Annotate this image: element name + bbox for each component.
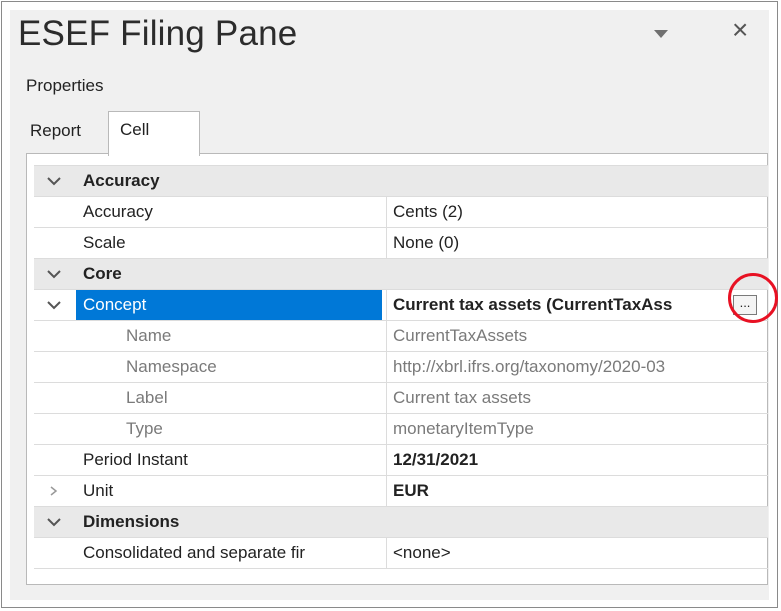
highlight-circle [728,273,778,323]
property-row-type[interactable]: Type monetaryItemType [34,414,768,445]
property-value[interactable]: 12/31/2021 [386,445,768,475]
properties-label: Properties [26,76,104,95]
chevron-down-icon [46,177,61,186]
property-name: Namespace [126,357,217,376]
category-label: Accuracy [83,171,160,190]
property-row-scale[interactable]: Scale None (0) [34,228,768,259]
property-row-period-instant[interactable]: Period Instant 12/31/2021 [34,445,768,476]
property-row-name[interactable]: Name CurrentTaxAssets [34,321,768,352]
expand-toggle[interactable] [34,476,73,506]
property-row-consolidated[interactable]: Consolidated and separate fir <none> [34,538,768,569]
property-row-concept[interactable]: Concept Current tax assets (CurrentTaxAs… [34,290,768,321]
property-name: Accuracy [83,202,153,221]
property-row-label[interactable]: Label Current tax assets [34,383,768,414]
category-accuracy[interactable]: Accuracy [34,166,768,197]
property-value: monetaryItemType [386,414,768,444]
property-value[interactable]: None (0) [386,228,768,258]
close-icon[interactable]: × [732,16,748,44]
property-name: Concept [76,290,382,320]
expand-toggle[interactable] [34,290,73,320]
property-name: Unit [83,481,114,500]
property-value[interactable]: Current tax assets (CurrentTaxAss [386,290,768,320]
category-core[interactable]: Core [34,259,768,290]
chevron-down-icon[interactable] [652,28,670,40]
chevron-down-icon [46,301,61,310]
property-value: http://xbrl.ifrs.org/taxonomy/2020-03 [386,352,768,382]
tab-report[interactable]: Report [26,119,85,143]
property-name: Period Instant [83,450,188,469]
chevron-down-icon [46,518,61,527]
category-label: Dimensions [83,512,180,531]
category-label: Core [83,264,122,283]
property-grid: Accuracy Accuracy Cents (2) Scale None (… [34,165,768,569]
expand-toggle[interactable] [34,166,73,196]
property-value[interactable]: EUR [386,476,768,506]
expand-toggle[interactable] [34,507,73,537]
chevron-down-icon [46,270,61,279]
property-row-accuracy[interactable]: Accuracy Cents (2) [34,197,768,228]
property-name: Label [126,388,168,407]
property-value: CurrentTaxAssets [386,321,768,351]
chevron-right-icon [50,486,57,496]
property-value: Current tax assets [386,383,768,413]
property-name: Scale [83,233,126,252]
property-value[interactable]: <none> [386,538,768,568]
property-row-unit[interactable]: Unit EUR [34,476,768,507]
property-row-namespace[interactable]: Namespace http://xbrl.ifrs.org/taxonomy/… [34,352,768,383]
property-name: Type [126,419,163,438]
property-name: Name [126,326,172,345]
category-dimensions[interactable]: Dimensions [34,507,768,538]
property-value[interactable]: Cents (2) [386,197,768,227]
tab-cell[interactable]: Cell [108,111,200,156]
property-name: Consolidated and separate fir [83,543,306,562]
pane-title: ESEF Filing Pane [18,14,298,53]
expand-toggle[interactable] [34,259,73,289]
